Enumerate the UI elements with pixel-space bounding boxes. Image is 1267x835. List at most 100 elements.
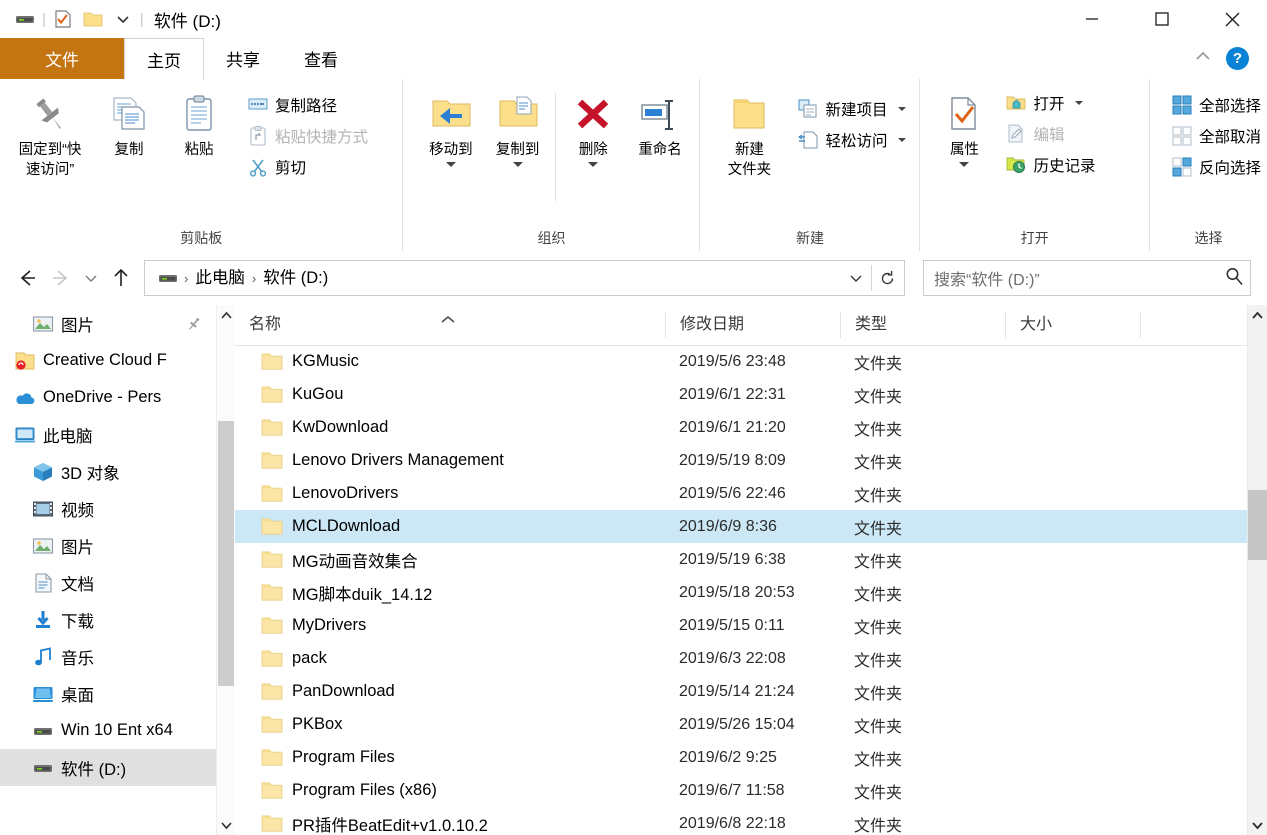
sidebar-item-9[interactable]: 音乐 [0, 638, 216, 675]
help-icon[interactable]: ? [1226, 47, 1249, 70]
column-headers[interactable]: 名称 修改日期 类型 大小 [235, 305, 1247, 346]
file-name-cell[interactable]: MyDrivers [235, 616, 665, 635]
back-button[interactable] [10, 261, 44, 295]
table-row[interactable]: PKBox 2019/5/26 15:04 文件夹 [235, 708, 1247, 741]
sidebar-item-6[interactable]: 图片 [0, 527, 216, 564]
pin-to-quick-access-button[interactable]: 固定到“快 速访问” [6, 87, 94, 179]
list-scroll-down-icon[interactable] [1248, 815, 1267, 835]
collapse-ribbon-icon[interactable] [1194, 49, 1212, 68]
file-name-cell[interactable]: MG脚本duik_14.12 [235, 581, 665, 605]
sidebar-item-0[interactable]: 图片 [0, 305, 216, 342]
sidebar-item-5[interactable]: 视频 [0, 490, 216, 527]
cut-button[interactable]: 剪切 [240, 151, 375, 182]
refresh-icon[interactable] [872, 262, 902, 294]
sidebar-scroll-down-icon[interactable] [217, 815, 235, 835]
table-row[interactable]: KuGou 2019/6/1 22:31 文件夹 [235, 378, 1247, 411]
copy-to-button[interactable]: 复制到 [484, 87, 551, 167]
open-button[interactable]: 打开 [998, 87, 1102, 118]
file-name-cell[interactable]: KuGou [235, 385, 665, 404]
list-scroll-thumb[interactable] [1248, 490, 1267, 560]
column-header-4[interactable] [1140, 312, 1220, 338]
file-name-cell[interactable]: LenovoDrivers [235, 484, 665, 503]
new-item-caret-icon[interactable] [898, 106, 907, 111]
table-row[interactable]: MG动画音效集合 2019/5/19 6:38 文件夹 [235, 543, 1247, 576]
properties-button[interactable]: 属性 [934, 87, 994, 167]
column-header-2[interactable]: 类型 [840, 312, 1005, 338]
sidebar-item-8[interactable]: 下载 [0, 601, 216, 638]
sidebar-scroll-up-icon[interactable] [217, 305, 235, 325]
file-list-scrollbar[interactable] [1247, 305, 1267, 835]
file-name-cell[interactable]: PKBox [235, 715, 665, 734]
easy-access-caret-icon[interactable] [898, 137, 907, 142]
sidebar-item-11[interactable]: Win 10 Ent x64 [0, 712, 216, 749]
properties-caret-icon[interactable] [959, 162, 970, 167]
invert-selection-button[interactable]: 反向选择 [1164, 151, 1267, 182]
move-to-button[interactable]: 移动到 [417, 87, 484, 167]
table-row[interactable]: LenovoDrivers 2019/5/6 22:46 文件夹 [235, 477, 1247, 510]
close-button[interactable] [1197, 0, 1267, 38]
chevron-down-icon[interactable] [108, 4, 138, 34]
file-name-cell[interactable]: PR插件BeatEdit+v1.0.10.2 [235, 812, 665, 835]
column-header-0[interactable]: 名称 [235, 312, 665, 338]
tab-file[interactable]: 文件 [0, 38, 124, 79]
delete-caret-icon[interactable] [588, 162, 599, 167]
table-row[interactable]: PanDownload 2019/5/14 21:24 文件夹 [235, 675, 1247, 708]
sidebar-item-4[interactable]: 3D 对象 [0, 453, 216, 490]
new-folder-button[interactable]: 新建 文件夹 [712, 87, 786, 179]
open-caret-icon[interactable] [1075, 100, 1084, 105]
delete-button[interactable]: 删除 [560, 87, 627, 167]
sidebar-item-2[interactable]: OneDrive - Pers [0, 379, 216, 416]
copy-button[interactable]: 复制 [94, 87, 164, 159]
sidebar-item-1[interactable]: Creative Cloud F [0, 342, 216, 379]
select-none-button[interactable]: 全部取消 [1164, 120, 1267, 151]
sidebar-item-12[interactable]: 软件 (D:) [0, 749, 216, 786]
column-header-1[interactable]: 修改日期 [665, 312, 840, 338]
move-to-caret-icon[interactable] [445, 162, 456, 167]
file-name-cell[interactable]: MG动画音效集合 [235, 548, 665, 572]
file-name-cell[interactable]: Lenovo Drivers Management [235, 451, 665, 470]
file-rows[interactable]: KGMusic 2019/5/6 23:48 文件夹 KuGou 2019/6/… [235, 345, 1247, 835]
table-row[interactable]: MG脚本duik_14.12 2019/5/18 20:53 文件夹 [235, 576, 1247, 609]
file-name-cell[interactable]: KGMusic [235, 352, 665, 371]
file-name-cell[interactable]: pack [235, 649, 665, 668]
new-item-button[interactable]: 新建项目 [790, 93, 913, 124]
rename-button[interactable]: 重命名 [627, 87, 694, 159]
breadcrumb-drive-icon[interactable] [153, 269, 183, 287]
file-name-cell[interactable]: PanDownload [235, 682, 665, 701]
sidebar-scroll-thumb[interactable] [218, 421, 234, 686]
table-row[interactable]: MCLDownload 2019/6/9 8:36 文件夹 [235, 510, 1247, 543]
edit-button[interactable]: 编辑 [998, 118, 1102, 149]
table-row[interactable]: MyDrivers 2019/5/15 0:11 文件夹 [235, 609, 1247, 642]
file-name-cell[interactable]: KwDownload [235, 418, 665, 437]
history-button[interactable]: 历史记录 [998, 149, 1102, 180]
table-row[interactable]: KwDownload 2019/6/1 21:20 文件夹 [235, 411, 1247, 444]
file-name-cell[interactable]: Program Files [235, 748, 665, 767]
drive-icon[interactable] [10, 4, 40, 34]
address-dropdown-icon[interactable] [841, 262, 871, 294]
search-icon[interactable] [1224, 266, 1244, 291]
table-row[interactable]: Program Files (x86) 2019/6/7 11:58 文件夹 [235, 774, 1247, 807]
file-name-cell[interactable]: MCLDownload [235, 517, 665, 536]
breadcrumb-item-drive-d[interactable]: 软件 (D:) [257, 263, 334, 293]
column-header-3[interactable]: 大小 [1005, 312, 1140, 338]
search-input[interactable]: 搜索“软件 (D:)” [923, 260, 1251, 296]
sidebar-item-7[interactable]: 文档 [0, 564, 216, 601]
file-name-cell[interactable]: Program Files (x86) [235, 781, 665, 800]
copy-path-button[interactable]: 复制路径 [240, 89, 375, 120]
table-row[interactable]: Program Files 2019/6/2 9:25 文件夹 [235, 741, 1247, 774]
sidebar-scrollbar[interactable] [216, 305, 235, 835]
breadcrumb-item-this-pc[interactable]: 此电脑 [189, 263, 251, 293]
sidebar-item-3[interactable]: 此电脑 [0, 416, 216, 453]
table-row[interactable]: PR插件BeatEdit+v1.0.10.2 2019/6/8 22:18 文件… [235, 807, 1247, 835]
select-all-button[interactable]: 全部选择 [1164, 89, 1267, 120]
tab-home[interactable]: 主页 [124, 38, 204, 80]
minimize-button[interactable] [1057, 0, 1127, 38]
copy-to-caret-icon[interactable] [512, 162, 523, 167]
maximize-button[interactable] [1127, 0, 1197, 38]
pin-icon[interactable] [186, 316, 202, 337]
tab-view[interactable]: 查看 [282, 38, 360, 79]
up-button[interactable] [104, 261, 138, 295]
navigation-pane[interactable]: 图片 Creative Cloud F OneDrive - Pers 此电脑 3… [0, 305, 216, 835]
list-scroll-up-icon[interactable] [1248, 305, 1267, 325]
table-row[interactable]: KGMusic 2019/5/6 23:48 文件夹 [235, 345, 1247, 378]
